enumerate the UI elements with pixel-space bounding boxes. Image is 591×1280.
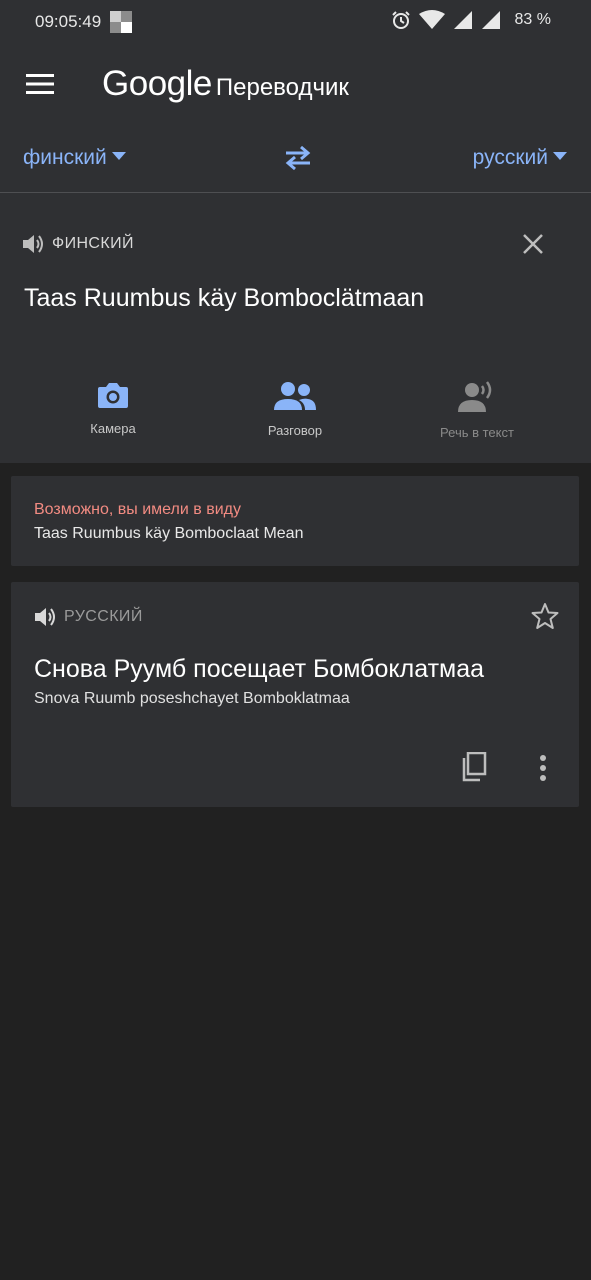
dropdown-caret-icon xyxy=(111,152,126,160)
suggested-text[interactable]: Taas Ruumbus käy Bomboclaat Mean xyxy=(34,525,303,543)
target-language-caption: РУССКИЙ xyxy=(64,608,143,625)
conversation-label: Разговор xyxy=(267,423,323,438)
transliteration-text: Snova Ruumb poseshchayet Bomboklatmaa xyxy=(34,690,350,707)
camera-label: Камера xyxy=(90,421,136,436)
speaker-icon[interactable] xyxy=(34,606,58,628)
translation-result-card: РУССКИЙ Снова Руумб посещает Бомбоклатма… xyxy=(11,582,579,807)
speaker-icon[interactable] xyxy=(22,233,46,255)
conversation-icon xyxy=(274,382,316,410)
source-language-label: финский xyxy=(23,146,107,169)
battery-level: 83 % xyxy=(514,11,551,28)
signal-icon xyxy=(481,11,500,29)
app-bar: Google Переводчик xyxy=(0,44,591,124)
app-brand: Google Переводчик xyxy=(102,64,349,104)
source-language-selector[interactable]: финский xyxy=(23,146,126,170)
dropdown-caret-icon xyxy=(553,152,567,160)
status-bar: 09:05:49 83 % xyxy=(0,0,591,44)
source-language-caption: ФИНСКИЙ xyxy=(52,235,134,252)
target-label-row: РУССКИЙ xyxy=(34,606,143,628)
alarm-icon xyxy=(391,11,410,29)
translated-text: Снова Руумб посещает Бомбоклатмаа xyxy=(34,655,485,683)
camera-icon xyxy=(98,383,128,408)
star-outline-icon[interactable] xyxy=(531,602,559,630)
status-time: 09:05:49 xyxy=(35,12,102,31)
camera-button[interactable]: Камера xyxy=(53,381,173,436)
copy-icon[interactable] xyxy=(461,752,487,782)
close-icon[interactable] xyxy=(522,233,544,255)
speech-to-text-icon xyxy=(458,381,492,412)
product-name: Переводчик xyxy=(215,74,349,101)
status-icons: 83 % xyxy=(391,10,551,30)
did-you-mean-hint: Возможно, вы имели в виду xyxy=(34,501,241,518)
source-text-input[interactable]: Taas Ruumbus käy Bomboclätmaan xyxy=(24,284,424,313)
google-logo-text: Google xyxy=(102,64,212,103)
did-you-mean-card[interactable]: Возможно, вы имели в виду Taas Ruumbus k… xyxy=(11,476,579,566)
source-label-row: ФИНСКИЙ xyxy=(22,233,134,255)
signal-icon xyxy=(453,11,472,29)
target-language-selector[interactable]: русский xyxy=(473,146,567,170)
wifi-icon xyxy=(418,10,445,29)
swap-arrows-icon[interactable] xyxy=(284,146,312,170)
hamburger-menu-icon[interactable] xyxy=(26,72,54,96)
notification-square-icon xyxy=(110,11,132,33)
speech-to-text-button[interactable]: Речь в текст xyxy=(417,381,537,440)
target-language-label: русский xyxy=(472,146,548,169)
conversation-button[interactable]: Разговор xyxy=(235,381,355,438)
input-panel: ФИНСКИЙ Taas Ruumbus käy Bomboclätmaan К… xyxy=(0,193,591,463)
more-vert-icon[interactable] xyxy=(538,754,548,782)
speech-to-text-label: Речь в текст xyxy=(440,425,514,440)
